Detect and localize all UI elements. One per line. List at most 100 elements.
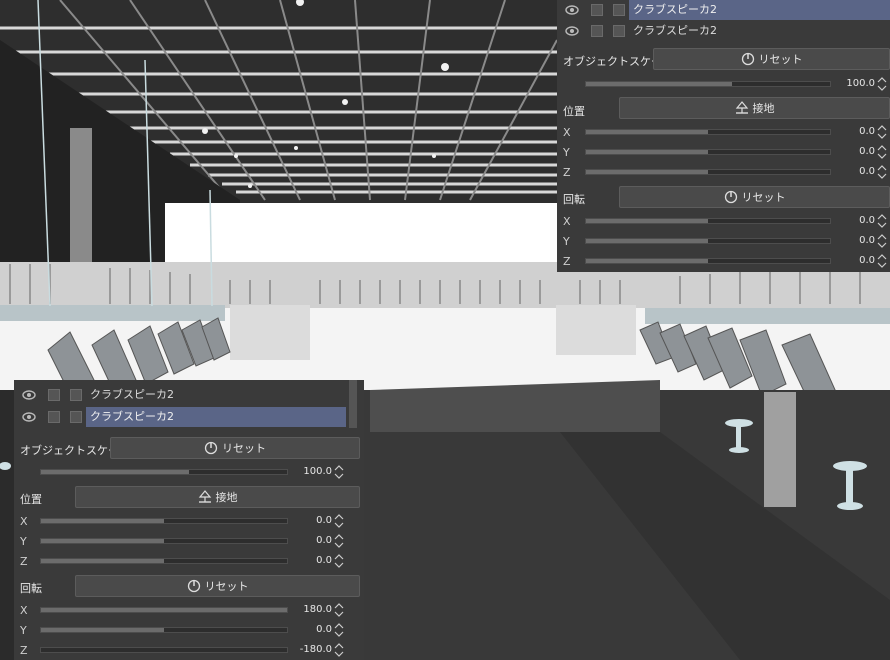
spinner-arrows-icon[interactable] — [334, 513, 344, 529]
position-label: 位置 — [20, 493, 42, 506]
layer-name: クラブスピーカ2 — [629, 0, 890, 20]
scale-reset-button[interactable]: リセット — [110, 437, 360, 459]
rotation-z-value[interactable]: 0.0 — [823, 255, 875, 266]
lock-checkbox[interactable] — [591, 25, 603, 37]
axis-z-label: Z — [20, 555, 28, 568]
eye-icon[interactable] — [565, 4, 579, 16]
scale-reset-button[interactable]: リセット — [653, 48, 890, 70]
position-x-value[interactable]: 0.0 — [823, 126, 875, 137]
position-y-slider[interactable] — [40, 538, 288, 544]
layer-row-selected[interactable]: クラブスピーカ2 — [14, 407, 364, 427]
spinner-arrows-icon[interactable] — [877, 144, 887, 160]
rotation-y-value[interactable]: 0.0 — [823, 235, 875, 246]
select-checkbox[interactable] — [70, 411, 82, 423]
layer-row-selected[interactable]: クラブスピーカ2 — [557, 0, 890, 20]
spinner-arrows-icon[interactable] — [877, 213, 887, 229]
rotation-z-slider[interactable] — [585, 258, 831, 264]
eye-icon[interactable] — [565, 25, 579, 37]
position-x-value[interactable]: 0.0 — [280, 515, 332, 526]
position-z-slider[interactable] — [40, 558, 288, 564]
slider-fill — [41, 608, 287, 612]
rotation-x-value[interactable]: 0.0 — [823, 215, 875, 226]
spinner-arrows-icon[interactable] — [334, 553, 344, 569]
slider-fill — [41, 539, 164, 543]
lock-checkbox[interactable] — [591, 4, 603, 16]
position-x-slider[interactable] — [40, 518, 288, 524]
slider-fill — [41, 559, 164, 563]
layer-row[interactable]: クラブスピーカ2 — [557, 21, 890, 41]
layer-row[interactable]: クラブスピーカ2 — [14, 385, 364, 405]
eye-icon[interactable] — [22, 411, 36, 423]
rotation-y-slider[interactable] — [585, 238, 831, 244]
select-checkbox[interactable] — [613, 4, 625, 16]
spinner-arrows-icon[interactable] — [877, 164, 887, 180]
slider-fill — [41, 519, 164, 523]
rotation-x-slider[interactable] — [40, 607, 288, 613]
position-y-value[interactable]: 0.0 — [280, 535, 332, 546]
scale-slider[interactable] — [585, 81, 831, 87]
rotation-reset-button[interactable]: リセット — [75, 575, 360, 597]
position-z-value[interactable]: 0.0 — [823, 166, 875, 177]
slider-fill — [41, 470, 189, 474]
layer-name: クラブスピーカ2 — [90, 388, 174, 401]
slider-fill — [586, 130, 708, 134]
spinner-arrows-icon[interactable] — [334, 622, 344, 638]
rotation-y-slider[interactable] — [40, 627, 288, 633]
slider-fill — [586, 239, 708, 243]
ground-icon — [735, 101, 748, 114]
reset-icon — [187, 579, 200, 593]
center-pillar-right — [556, 305, 636, 355]
spinner-arrows-icon[interactable] — [334, 464, 344, 480]
layer-name: クラブスピーカ2 — [633, 24, 717, 37]
reset-label: リセット — [222, 442, 266, 455]
rotation-label: 回転 — [20, 582, 42, 595]
spinner-arrows-icon[interactable] — [877, 124, 887, 140]
spinner-arrows-icon[interactable] — [877, 253, 887, 269]
ground-label: 接地 — [215, 491, 238, 504]
floor-pillar — [764, 392, 796, 507]
position-y-slider[interactable] — [585, 149, 831, 155]
select-checkbox[interactable] — [613, 25, 625, 37]
ground-button[interactable]: 接地 — [75, 486, 360, 508]
scale-slider[interactable] — [40, 469, 288, 475]
truss-right — [645, 308, 890, 324]
spinner-arrows-icon[interactable] — [877, 76, 887, 92]
position-x-slider[interactable] — [585, 129, 831, 135]
ground-button[interactable]: 接地 — [619, 97, 890, 119]
lock-checkbox[interactable] — [48, 411, 60, 423]
spinner-arrows-icon[interactable] — [334, 642, 344, 658]
spinner-arrows-icon[interactable] — [334, 602, 344, 618]
reset-label: リセット — [758, 53, 803, 66]
rotation-z-value[interactable]: -180.0 — [280, 644, 332, 655]
scale-value[interactable]: 100.0 — [823, 78, 875, 89]
reset-icon — [724, 190, 737, 204]
slider-fill — [586, 219, 708, 223]
reset-icon — [204, 441, 218, 455]
axis-x-label: X — [563, 126, 571, 139]
reset-label: リセット — [204, 580, 249, 593]
axis-x-label: X — [20, 604, 28, 617]
slider-fill — [41, 628, 164, 632]
axis-z-label: Z — [20, 644, 28, 657]
rotation-y-value[interactable]: 0.0 — [280, 624, 332, 635]
axis-z-label: Z — [563, 166, 571, 179]
ground-label: 接地 — [752, 102, 775, 115]
scale-value[interactable]: 100.0 — [280, 466, 332, 477]
position-z-slider[interactable] — [585, 169, 831, 175]
layer-list-scrollbar[interactable] — [349, 380, 357, 428]
rotation-z-slider[interactable] — [40, 647, 288, 653]
slider-fill — [586, 259, 708, 263]
select-checkbox[interactable] — [70, 389, 82, 401]
eye-icon[interactable] — [22, 389, 36, 401]
rotation-x-slider[interactable] — [585, 218, 831, 224]
spinner-arrows-icon[interactable] — [334, 533, 344, 549]
axis-y-label: Y — [20, 624, 27, 637]
properties-panel-right: クラブスピーカ2 クラブスピーカ2 オブジェクトスケール リセット 100.0 … — [557, 0, 890, 272]
spinner-arrows-icon[interactable] — [877, 233, 887, 249]
position-z-value[interactable]: 0.0 — [280, 555, 332, 566]
lock-checkbox[interactable] — [48, 389, 60, 401]
rotation-x-value[interactable]: 180.0 — [280, 604, 332, 615]
rotation-reset-button[interactable]: リセット — [619, 186, 890, 208]
position-y-value[interactable]: 0.0 — [823, 146, 875, 157]
axis-x-label: X — [20, 515, 28, 528]
